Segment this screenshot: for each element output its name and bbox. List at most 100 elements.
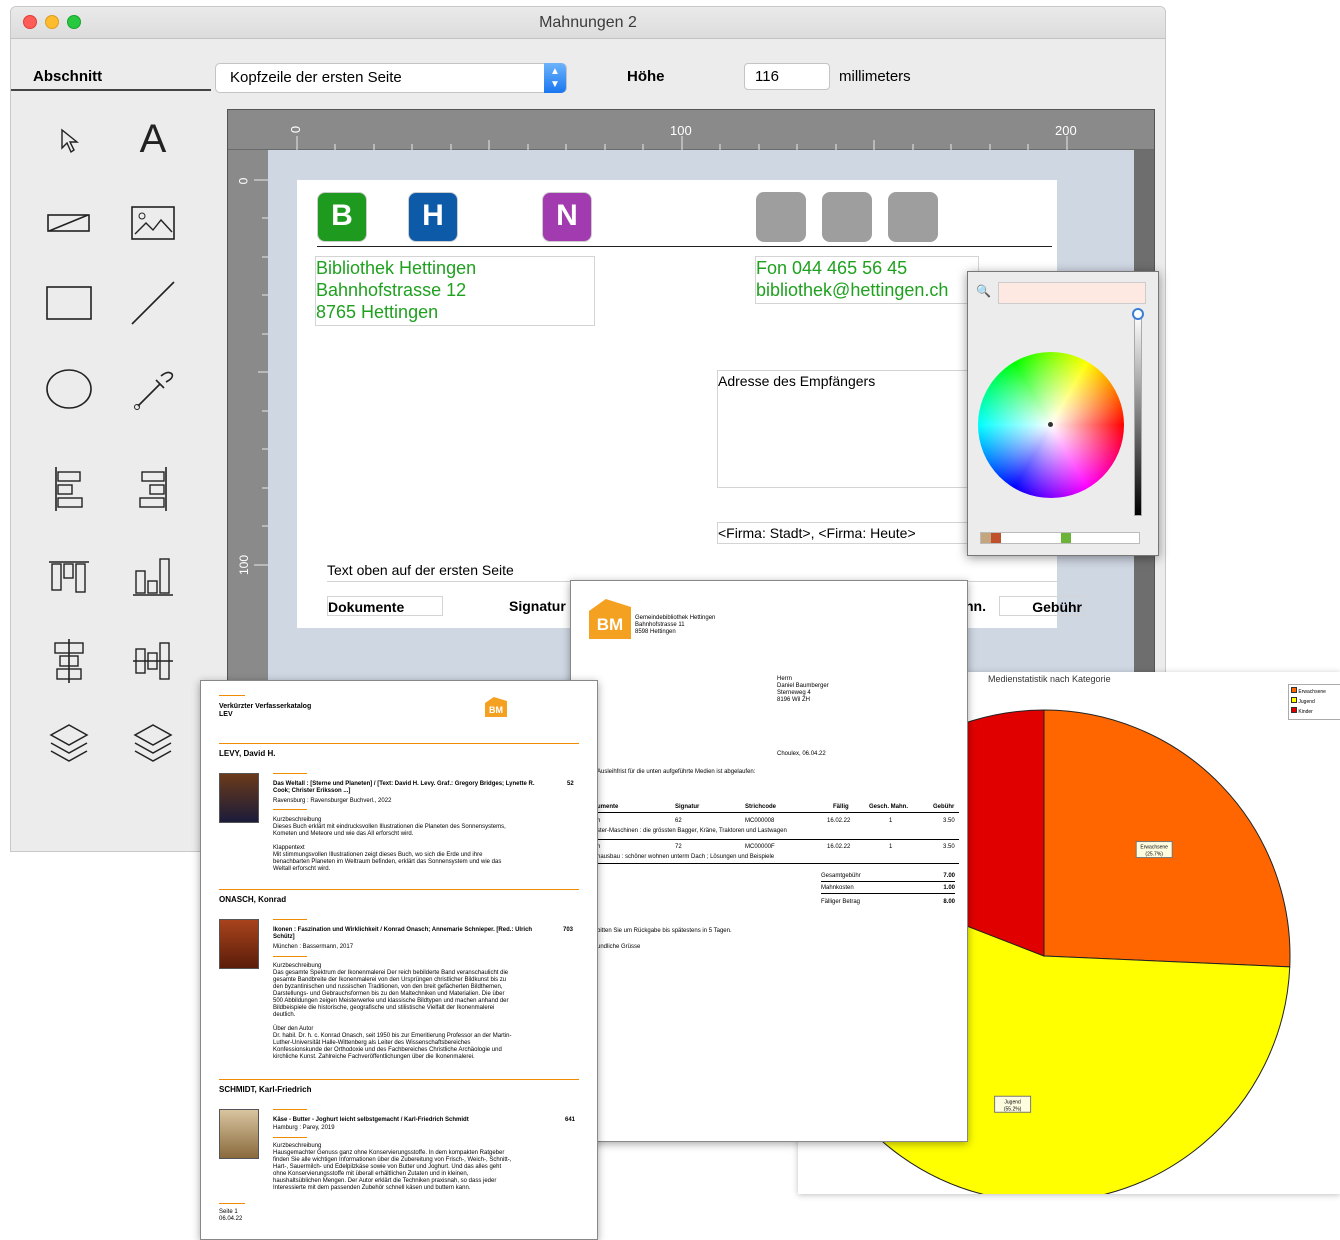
section-underline — [11, 89, 211, 91]
desc-heading: Kurzbeschreibung — [273, 817, 322, 823]
letter-badge-n[interactable]: N — [542, 192, 592, 242]
th-faellig: Fällig — [833, 804, 849, 810]
col-header-fee[interactable]: Gebühr — [999, 596, 1085, 616]
swatch-tan[interactable] — [981, 533, 991, 543]
city-date-field[interactable]: <Firma: Stadt>, <Firma: Heute> — [717, 522, 977, 544]
eyedropper-icon[interactable] — [123, 359, 183, 419]
brightness-slider[interactable] — [1134, 314, 1142, 516]
color-search-input[interactable] — [998, 282, 1146, 304]
send-back-icon[interactable] — [123, 713, 183, 773]
placeholder-square-3[interactable] — [888, 192, 938, 242]
close-window-button[interactable] — [23, 15, 37, 29]
th-strichcode: Strichcode — [745, 804, 777, 810]
catalog-divider — [219, 1079, 579, 1080]
bring-front-icon[interactable] — [39, 713, 99, 773]
align-left-icon[interactable] — [39, 459, 99, 519]
desc-text: Dieses Buch erklärt mit eindrucksvollen … — [273, 824, 506, 837]
entry-accent — [273, 956, 307, 957]
desc-text: Hausgemachter Genuss ganz ohne Konservie… — [273, 1150, 512, 1191]
height-label: Höhe — [627, 68, 665, 85]
sum-fee-row: Gesamtgebühr 7.00 — [821, 873, 955, 882]
th-documents: umente — [597, 804, 619, 810]
author-catalog-document: Verkürzter Verfasserkatalog LEV BM LEVY,… — [200, 680, 598, 1240]
col-header-documents[interactable]: Dokumente — [327, 596, 443, 616]
field-icon[interactable] — [39, 193, 99, 253]
entry-accent — [273, 809, 307, 810]
svg-text:(25.7%): (25.7%) — [1145, 852, 1163, 858]
recipient-address-label: Adresse des Empfängers — [718, 373, 876, 389]
center-horizontal-icon[interactable] — [39, 631, 99, 691]
minimize-window-button[interactable] — [45, 15, 59, 29]
line-icon[interactable] — [123, 273, 183, 333]
th-gebuehr: Gebühr — [933, 804, 955, 810]
placeholder-square-2[interactable] — [822, 192, 872, 242]
closing-text: bitten Sie um Rückgabe bis spätestens in… — [597, 928, 732, 934]
oval-icon[interactable] — [39, 359, 99, 419]
book-title-onasch: Ikonen : Faszination und Wirklichkeit / … — [273, 927, 533, 940]
letter-table-header: umente Signatur Strichcode Fällig Gesch.… — [597, 804, 959, 813]
col-fee-label: Gebühr — [1032, 599, 1082, 615]
swatch-rust[interactable] — [991, 533, 1001, 543]
row1-due: 16.02.22 — [827, 818, 851, 824]
section-select[interactable]: Kopfzeile der ersten Seite ▲ ▼ — [215, 63, 567, 93]
letter-lib-city: 8598 Hettingen — [635, 629, 676, 635]
color-wheel-handle[interactable] — [1048, 422, 1053, 427]
align-bottom-icon[interactable] — [123, 547, 183, 607]
book-desc-schmidt: Kurzbeschreibung Hausgemachter Genuss ga… — [273, 1143, 513, 1192]
align-top-icon[interactable] — [39, 547, 99, 607]
book-cover-schmidt — [219, 1109, 259, 1159]
legend-item-kinder: Kinder — [1291, 707, 1340, 717]
catalog-footer: Seite 1 06.04.22 — [219, 1209, 242, 1223]
reminder-letter-document: BM Gemeindebibliothek Hettingen Bahnhofs… — [570, 580, 968, 1142]
align-right-icon[interactable] — [123, 459, 183, 519]
author-name-levy: LEVY, David H. — [219, 749, 276, 758]
color-wheel[interactable] — [978, 352, 1124, 498]
svg-text:(55.2%): (55.2%) — [1004, 1106, 1022, 1112]
sum-fee-value: 7.00 — [943, 873, 955, 879]
height-input[interactable]: 116 — [744, 63, 830, 90]
placeholder-square-1[interactable] — [756, 192, 806, 242]
brightness-slider-handle[interactable] — [1132, 308, 1144, 320]
ruler-label-left-0: 0 — [236, 177, 251, 185]
ruler-label-0: 0 — [288, 125, 304, 134]
desc-heading: Kurzbeschreibung — [273, 1143, 322, 1149]
library-contact-block[interactable]: Fon 044 465 56 45 bibliothek@hettingen.c… — [755, 256, 979, 304]
chevron-updown-icon: ▲ ▼ — [544, 63, 566, 93]
row1-sig: 62 — [675, 818, 682, 824]
entry-accent — [273, 919, 307, 920]
row2-code: MC00000F — [745, 844, 775, 850]
catalog-logo: BM — [485, 697, 507, 717]
recipient-address-field[interactable]: Adresse des Empfängers — [717, 370, 977, 488]
pointer-icon[interactable] — [39, 111, 99, 171]
color-picker-panel: 🔍 — [967, 271, 1159, 556]
zoom-window-button[interactable] — [67, 15, 81, 29]
row2-mahn: 1 — [889, 844, 893, 850]
col-header-signatur[interactable]: Signatur — [509, 596, 575, 616]
color-swatches-row[interactable] — [980, 532, 1140, 544]
top-text-field[interactable]: Text oben auf der ersten Seite — [327, 560, 1057, 582]
row1-mahn: 1 — [889, 818, 893, 824]
svg-text:Jugend: Jugend — [1004, 1099, 1021, 1105]
ruler-label-200: 200 — [1055, 123, 1077, 138]
text-icon[interactable]: A — [123, 109, 183, 169]
col-documents-label: Dokumente — [328, 599, 405, 615]
due-total-row: Fälliger Betrag 8.00 — [821, 899, 955, 908]
pie-slice-erwachsene — [1043, 709, 1291, 968]
swatch-green[interactable] — [1061, 533, 1071, 543]
library-address-block[interactable]: Bibliothek Hettingen Bahnhofstrasse 12 8… — [315, 256, 595, 326]
letter-lib-name: Gemeindebibliothek Hettingen — [635, 615, 716, 621]
center-vertical-icon[interactable] — [123, 631, 183, 691]
col-header-mahn[interactable]: hn. — [965, 596, 995, 616]
rectangle-icon[interactable] — [39, 273, 99, 333]
bm-logo: BM — [589, 599, 631, 639]
image-icon[interactable] — [123, 193, 183, 253]
top-text-label: Text oben auf der ersten Seite — [327, 562, 514, 578]
footer-accent — [219, 1203, 245, 1204]
letter-badge-b[interactable]: B — [317, 192, 367, 242]
row2-desc: hausbau : schöner wohnen unterm Dach ; L… — [597, 854, 775, 860]
letter-badge-h[interactable]: H — [408, 192, 458, 242]
row2-fee: 3.50 — [943, 844, 955, 850]
entry-accent — [273, 1109, 307, 1110]
letter-library-block: Gemeindebibliothek Hettingen Bahnhofstra… — [635, 615, 715, 636]
library-name: Bibliothek Hettingen — [316, 258, 477, 278]
